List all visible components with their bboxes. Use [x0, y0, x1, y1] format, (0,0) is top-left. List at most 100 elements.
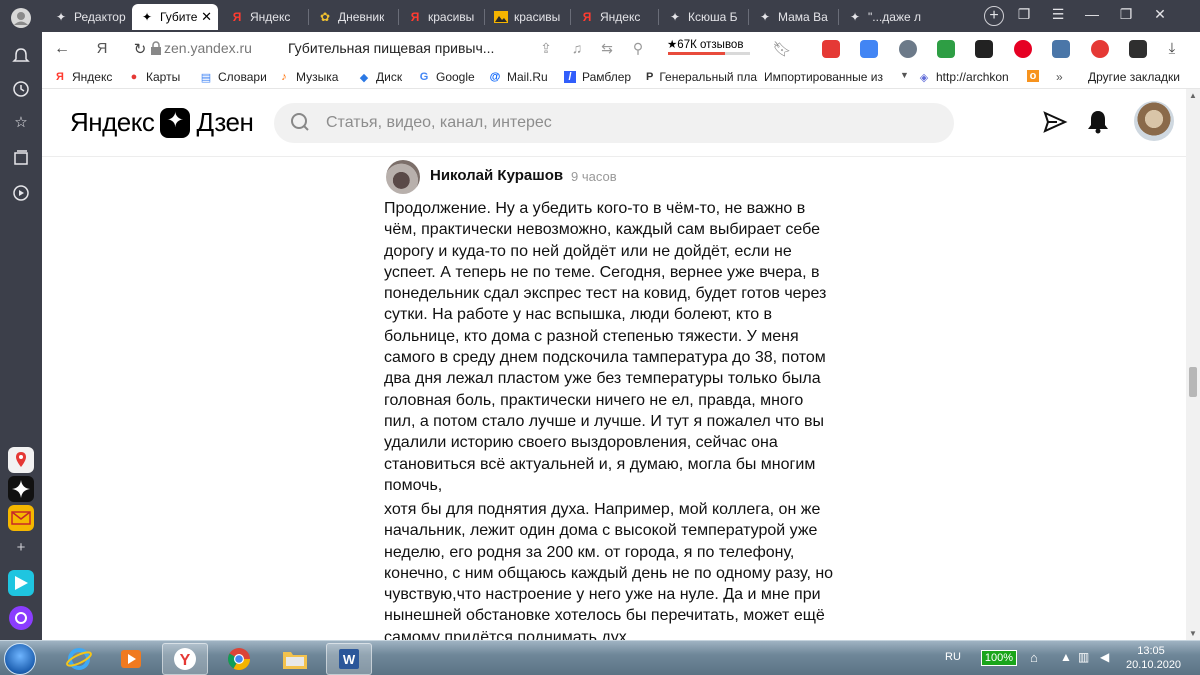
new-tab-button[interactable]: +	[984, 6, 1004, 26]
search-icon	[290, 112, 310, 132]
tab-diary[interactable]: ✿ Дневник	[310, 4, 398, 30]
comments-section: Николай Курашов 9 часов Продолжение. Ну …	[42, 157, 1186, 640]
bookmark-google[interactable]: G Google	[418, 70, 475, 84]
bookmark-disk[interactable]: ◆ Диск	[358, 70, 402, 84]
page-scrollbar[interactable]: ▲ ▼	[1186, 89, 1200, 640]
share-icon[interactable]: ⇪	[536, 40, 556, 57]
comment-text-paragraph-2: хотя бы для поднятия духа. Например, мой…	[384, 501, 834, 640]
user-avatar[interactable]	[1134, 101, 1174, 141]
add-app-icon[interactable]: +	[9, 535, 33, 559]
notifications-icon[interactable]	[9, 44, 33, 68]
tab-search-beautiful[interactable]: Я красивы	[400, 4, 482, 30]
menu-hamburger-icon[interactable]: ☰	[1048, 6, 1068, 23]
google-icon: G	[419, 71, 429, 83]
tab-ksyusha[interactable]: ✦ Ксюша Б	[660, 4, 746, 30]
disk-icon: ◆	[359, 71, 369, 84]
reviews-rating-fill	[668, 52, 726, 55]
rambler-icon: /	[564, 71, 576, 83]
bookmark-general-plan[interactable]: Р Генеральный план	[646, 70, 758, 84]
system-tray-icon[interactable]: ⌂	[1030, 650, 1038, 665]
profile-icon[interactable]	[9, 6, 33, 30]
minimize-icon[interactable]: —	[1082, 6, 1102, 22]
dzen-star-icon: ✦	[141, 10, 153, 24]
extension-globe-icon[interactable]	[899, 40, 917, 58]
scroll-up-icon[interactable]: ▲	[1189, 91, 1197, 100]
video-play-icon[interactable]	[9, 181, 33, 205]
dzen-star-icon	[160, 107, 191, 138]
restore-icon[interactable]: ❐	[1116, 6, 1136, 23]
chrome-icon[interactable]	[216, 643, 262, 675]
close-window-icon[interactable]: ✕	[1150, 6, 1170, 23]
send-message-icon[interactable]	[1042, 109, 1068, 135]
battery-indicator[interactable]: 100%	[981, 650, 1017, 666]
close-tab-icon[interactable]: ✕	[201, 9, 212, 25]
start-button[interactable]	[4, 643, 36, 675]
page-title[interactable]: Губительная пищевая привыч...	[288, 40, 494, 56]
headphones-icon[interactable]: ♫	[567, 40, 587, 56]
tab-yandex[interactable]: Я Яндекс	[222, 4, 304, 30]
favorites-star-icon[interactable]: ☆	[9, 110, 33, 134]
search-input[interactable]	[326, 103, 926, 143]
tab-mama[interactable]: ✦ Мама Ва	[750, 4, 836, 30]
extension-s-icon[interactable]	[822, 40, 840, 58]
comment-author-name[interactable]: Николай Курашов	[430, 167, 563, 184]
word-icon[interactable]: W	[326, 643, 372, 675]
dzen-app-icon[interactable]	[8, 476, 34, 502]
file-explorer-icon[interactable]	[272, 643, 318, 675]
scrollbar-thumb[interactable]	[1189, 367, 1197, 397]
maps-app-icon[interactable]	[8, 447, 34, 473]
url-text[interactable]: zen.yandex.ru	[164, 40, 252, 56]
bookmark-rambler[interactable]: / Рамблер	[564, 70, 631, 84]
bookmark-music[interactable]: ♪ Музыка	[278, 70, 338, 84]
tab-dazhe[interactable]: ✦ "...даже л	[840, 4, 932, 30]
bookmark-maps[interactable]: ● Карты	[128, 70, 181, 84]
back-arrow-icon[interactable]: ←	[52, 40, 72, 58]
reviews-label[interactable]: ★67К отзывов	[667, 37, 743, 51]
translate-icon[interactable]: ⇆	[597, 40, 617, 57]
tab-images-beautiful[interactable]: красивы	[486, 4, 568, 30]
bookmark-mailru[interactable]: @ Mail.Ru	[489, 70, 548, 84]
tab-active-article[interactable]: ✦ Губите ✕	[132, 4, 218, 30]
zoom-icon[interactable]: ⚲	[628, 40, 648, 57]
yandex-browser-taskbar-icon[interactable]: Y	[162, 643, 208, 675]
vk-icon[interactable]	[1052, 40, 1070, 58]
pinterest-icon[interactable]	[1014, 40, 1032, 58]
volume-icon[interactable]: ◀	[1100, 650, 1109, 664]
chat-icon[interactable]	[1129, 40, 1147, 58]
comment-author-avatar[interactable]	[386, 160, 420, 194]
bookmark-icon[interactable]: 🔖︎	[772, 40, 792, 58]
mail-app-icon[interactable]	[8, 505, 34, 531]
tab-copy-icon[interactable]: ❐	[1014, 6, 1034, 23]
media-player-icon[interactable]	[108, 643, 154, 675]
bell-icon[interactable]	[1086, 109, 1112, 135]
internet-explorer-icon[interactable]	[56, 643, 102, 675]
download-icon[interactable]: ⤓	[1162, 40, 1182, 57]
adguard-shield-icon[interactable]	[937, 40, 955, 58]
tray-expand-icon[interactable]: ▲	[1060, 650, 1072, 664]
collections-icon[interactable]	[9, 146, 33, 170]
bookmark-archkon[interactable]: ◈ http://archkon	[918, 70, 1016, 84]
bookmark-other-folder[interactable]: Другие закладки	[1088, 70, 1180, 84]
google-translate-icon[interactable]	[860, 40, 878, 58]
comment-time: 9 часов	[571, 169, 617, 184]
more-bookmarks-chevron-icon[interactable]: »	[1056, 70, 1063, 84]
scroll-down-icon[interactable]: ▼	[1189, 629, 1197, 638]
extension-grid-icon[interactable]	[975, 40, 993, 58]
bookmark-dictionary[interactable]: ▤ Словари	[200, 70, 267, 84]
clock[interactable]: 13:05 20.10.2020	[1126, 644, 1181, 672]
history-icon[interactable]	[9, 77, 33, 101]
tab-yandex-2[interactable]: Я Яндекс	[572, 4, 656, 30]
network-icon[interactable]: ▥	[1078, 650, 1089, 664]
language-indicator[interactable]: RU	[945, 651, 961, 663]
dzen-logo[interactable]: Яндекс Дзен	[70, 107, 254, 138]
messenger-app-icon[interactable]	[8, 570, 34, 596]
tab-editor[interactable]: ✦ Редактор	[46, 4, 128, 30]
bookmark-yandex[interactable]: Я Яндекс	[54, 70, 112, 84]
mail-m-icon[interactable]	[1091, 40, 1109, 58]
search-box	[274, 103, 954, 143]
yandex-home-icon[interactable]: Я	[92, 40, 112, 57]
chevron-down-icon[interactable]: ▼	[900, 70, 909, 80]
bookmark-imported-folder[interactable]: Импортированные из	[764, 70, 902, 84]
odnoklassniki-icon[interactable]: o	[1027, 70, 1045, 82]
alice-icon[interactable]	[8, 605, 34, 631]
